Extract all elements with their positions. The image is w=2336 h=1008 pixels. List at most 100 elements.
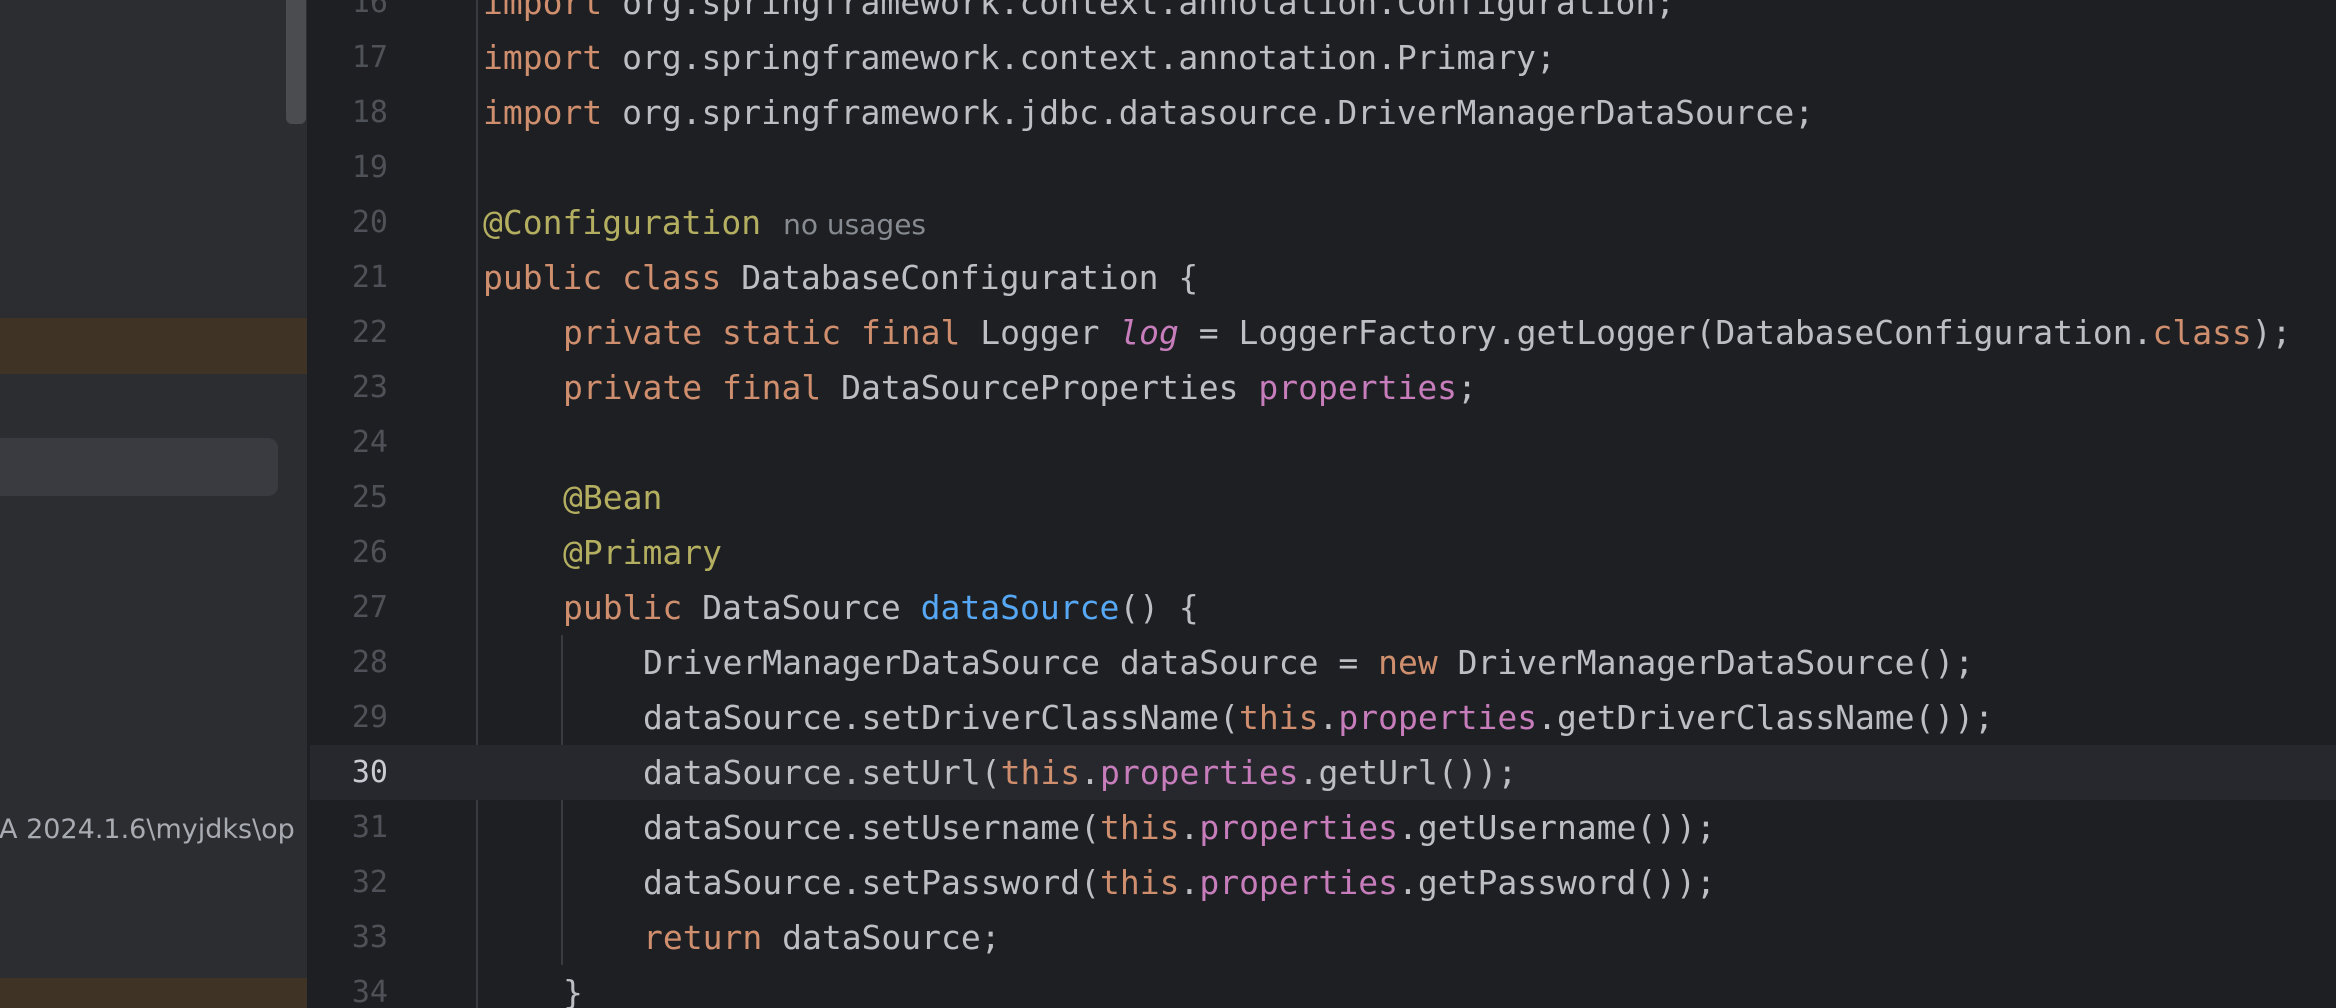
line-number[interactable]: 20 bbox=[310, 195, 388, 250]
code-token: new bbox=[1378, 643, 1438, 682]
code-text[interactable]: dataSource.setPassword(this.properties.g… bbox=[643, 855, 1716, 910]
code-editor[interactable]: 16 import org.springframework.context.ann… bbox=[310, 0, 2336, 1008]
code-text[interactable]: DriverManagerDataSource dataSource = new… bbox=[643, 635, 1974, 690]
code-line[interactable]: 22 private static final Logger log = Logg… bbox=[310, 305, 2336, 360]
jdk-path-label: EA 2024.1.6\myjdks\op bbox=[0, 814, 295, 845]
code-text[interactable]: } bbox=[563, 965, 583, 1008]
code-text[interactable]: import org.springframework.jdbc.datasour… bbox=[483, 85, 1814, 140]
code-token: log bbox=[1119, 313, 1179, 352]
code-text[interactable]: dataSource.setUsername(this.properties.g… bbox=[643, 800, 1716, 855]
code-token: .getUsername()); bbox=[1398, 808, 1716, 847]
line-number[interactable]: 21 bbox=[310, 250, 388, 305]
code-token: DriverManagerDataSource(); bbox=[1437, 643, 1975, 682]
code-text[interactable]: @Primary bbox=[563, 525, 722, 580]
code-token: . bbox=[1179, 863, 1200, 902]
highlighted-tree-row[interactable] bbox=[0, 978, 307, 1008]
code-text[interactable]: dataSource.setUrl(this.properties.getUrl… bbox=[643, 745, 1517, 800]
code-line[interactable]: 29 dataSource.setDriverClassName(this.pro… bbox=[310, 690, 2336, 745]
line-number[interactable]: 24 bbox=[310, 415, 388, 470]
code-text[interactable]: public DataSource dataSource() { bbox=[563, 580, 1199, 635]
code-token: this bbox=[1000, 753, 1081, 792]
line-number[interactable]: 25 bbox=[310, 470, 388, 525]
code-line-current[interactable]: 30 dataSource.setUrl(this.properties.getU… bbox=[310, 745, 2336, 800]
code-token: ); bbox=[2251, 313, 2292, 352]
code-token: @Bean bbox=[563, 478, 663, 517]
left-panel-scrollbar[interactable] bbox=[286, 0, 306, 124]
code-token: import bbox=[483, 38, 603, 77]
line-number[interactable]: 19 bbox=[310, 140, 388, 195]
code-line[interactable]: 28 DriverManagerDataSource dataSource = n… bbox=[310, 635, 2336, 690]
line-number[interactable]: 26 bbox=[310, 525, 388, 580]
code-line[interactable]: 16 import org.springframework.context.ann… bbox=[310, 0, 2336, 30]
line-number[interactable]: 30 bbox=[310, 745, 388, 800]
line-number[interactable]: 22 bbox=[310, 305, 388, 360]
code-token: properties bbox=[1199, 863, 1399, 902]
code-text[interactable]: dataSource.setDriverClassName(this.prope… bbox=[643, 690, 1994, 745]
line-number[interactable]: 34 bbox=[310, 965, 388, 1008]
code-token: dataSource.setPassword( bbox=[643, 863, 1100, 902]
code-line[interactable]: 20 @Configuration no usages bbox=[310, 195, 2336, 250]
code-line[interactable]: 34} bbox=[310, 965, 2336, 1008]
code-text[interactable]: return dataSource; bbox=[643, 910, 1001, 965]
line-number[interactable]: 17 bbox=[310, 30, 388, 85]
code-token: private static final bbox=[563, 313, 961, 352]
code-token: @Configuration bbox=[483, 203, 762, 242]
code-text[interactable]: private final DataSourceProperties prope… bbox=[563, 360, 1477, 415]
code-token: . bbox=[1080, 753, 1100, 792]
line-number[interactable]: 28 bbox=[310, 635, 388, 690]
code-token: org.springframework.context.annotation.C… bbox=[602, 0, 1676, 22]
code-token: DataSource bbox=[682, 588, 921, 627]
code-token: import bbox=[483, 0, 603, 22]
code-token: () { bbox=[1119, 588, 1199, 627]
line-number[interactable]: 18 bbox=[310, 85, 388, 140]
line-number[interactable]: 31 bbox=[310, 800, 388, 855]
code-token: DataSourceProperties bbox=[821, 368, 1259, 407]
code-token: DriverManagerDataSource dataSource = bbox=[643, 643, 1379, 682]
code-line[interactable]: 31 dataSource.setUsername(this.properties… bbox=[310, 800, 2336, 855]
code-token: properties bbox=[1199, 808, 1399, 847]
line-number[interactable]: 16 bbox=[310, 0, 388, 30]
code-token: private final bbox=[563, 368, 822, 407]
code-line[interactable]: 25 @Bean bbox=[310, 470, 2336, 525]
code-token: dataSource.setUrl( bbox=[643, 753, 1001, 792]
code-text[interactable]: @Bean bbox=[563, 470, 662, 525]
code-token: this bbox=[1099, 863, 1180, 902]
selected-tree-row[interactable] bbox=[0, 318, 307, 374]
line-number[interactable]: 33 bbox=[310, 910, 388, 965]
code-line[interactable]: 26 @Primary bbox=[310, 525, 2336, 580]
code-line[interactable]: 24 bbox=[310, 415, 2336, 470]
code-text[interactable]: private static final Logger log = Logger… bbox=[563, 305, 2292, 360]
project-tool-window: EA 2024.1.6\myjdks\op bbox=[0, 0, 307, 1008]
line-number[interactable]: 27 bbox=[310, 580, 388, 635]
code-token: properties bbox=[1258, 368, 1458, 407]
tree-search-field[interactable] bbox=[0, 438, 278, 496]
code-token: = LoggerFactory.getLogger(DatabaseConfig… bbox=[1178, 313, 2153, 352]
code-line[interactable]: 19 bbox=[310, 140, 2336, 195]
code-token: .getDriverClassName()); bbox=[1537, 698, 1995, 737]
code-text[interactable]: import org.springframework.context.annot… bbox=[483, 30, 1556, 85]
code-line[interactable]: 27 public DataSource dataSource() { bbox=[310, 580, 2336, 635]
code-line[interactable]: 32 dataSource.setPassword(this.properties… bbox=[310, 855, 2336, 910]
code-token: dataSource.setDriverClassName( bbox=[643, 698, 1240, 737]
code-token: .getUrl()); bbox=[1298, 753, 1518, 792]
code-token: . bbox=[1179, 808, 1200, 847]
usages-inlay-hint[interactable]: no usages bbox=[783, 208, 926, 241]
code-text[interactable]: @Configuration no usages bbox=[483, 195, 926, 252]
code-line[interactable]: 17 import org.springframework.context.ann… bbox=[310, 30, 2336, 85]
line-number[interactable]: 29 bbox=[310, 690, 388, 745]
code-token: dataSource; bbox=[762, 918, 1001, 957]
code-text[interactable]: import org.springframework.context.annot… bbox=[483, 0, 1675, 30]
code-line[interactable]: 18 import org.springframework.jdbc.dataso… bbox=[310, 85, 2336, 140]
code-line[interactable]: 21 public class DatabaseConfiguration { bbox=[310, 250, 2336, 305]
code-token: dataSource.setUsername( bbox=[643, 808, 1100, 847]
code-token: . bbox=[1318, 698, 1339, 737]
line-number[interactable]: 32 bbox=[310, 855, 388, 910]
line-number[interactable]: 23 bbox=[310, 360, 388, 415]
code-line[interactable]: 23 private final DataSourceProperties pro… bbox=[310, 360, 2336, 415]
code-token: properties bbox=[1338, 698, 1538, 737]
code-line[interactable]: 33 return dataSource; bbox=[310, 910, 2336, 965]
code-text[interactable]: public class DatabaseConfiguration { bbox=[483, 250, 1198, 305]
code-token: Logger bbox=[960, 313, 1120, 352]
code-token: DatabaseConfiguration { bbox=[721, 258, 1199, 297]
code-token: @Primary bbox=[563, 533, 722, 572]
